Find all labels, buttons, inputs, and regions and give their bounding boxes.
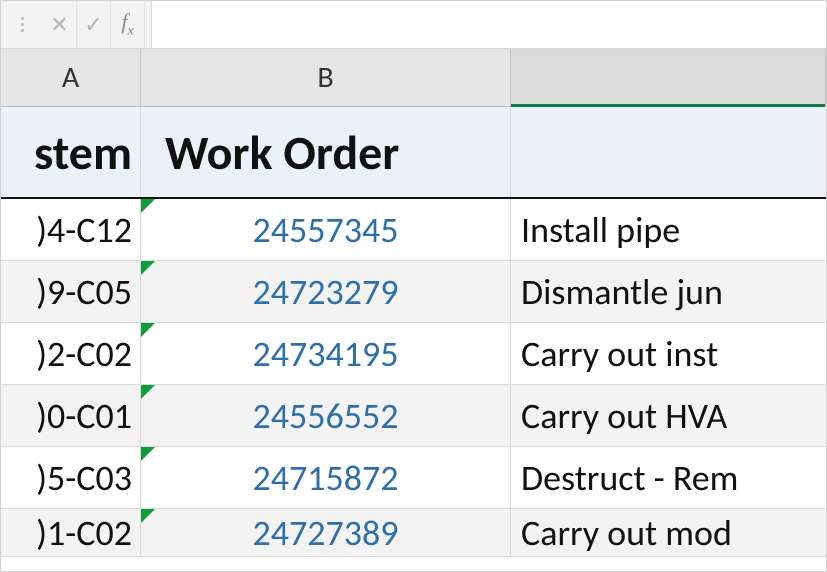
cell-system[interactable]: )9-C05 xyxy=(1,261,141,322)
table-header-row: stem Work Order xyxy=(1,107,826,199)
error-indicator-icon xyxy=(141,447,155,461)
cell-system[interactable]: )0-C01 xyxy=(1,385,141,446)
column-header-row: A B xyxy=(1,49,826,107)
fx-icon: fx xyxy=(121,9,133,39)
column-header-b[interactable]: B xyxy=(141,49,511,106)
cell-work-order[interactable]: 24557345 xyxy=(141,199,511,260)
cell-work-order[interactable]: 24723279 xyxy=(141,261,511,322)
table-row: )0-C01 24556552 Carry out HVA xyxy=(1,385,826,447)
cell-system[interactable]: )4-C12 xyxy=(1,199,141,260)
cell-work-order[interactable]: 24715872 xyxy=(141,447,511,508)
header-cell-description[interactable] xyxy=(511,107,826,197)
cell-system[interactable]: )1-C02 xyxy=(1,509,141,556)
cell-work-order[interactable]: 24556552 xyxy=(141,385,511,446)
cell-work-order[interactable]: 24727389 xyxy=(141,509,511,556)
formula-input[interactable] xyxy=(151,1,826,48)
error-indicator-icon xyxy=(141,385,155,399)
cell-description[interactable]: Carry out mod xyxy=(511,509,826,556)
enter-button[interactable]: ✓ xyxy=(77,1,111,48)
spreadsheet-grid: stem Work Order )4-C12 24557345 Install pi… xyxy=(1,107,826,571)
formula-bar: ✕ ✓ fx xyxy=(1,1,826,49)
cell-description[interactable]: Install pipe xyxy=(511,199,826,260)
cell-description[interactable]: Destruct - Rem xyxy=(511,447,826,508)
work-order-link[interactable]: 24734195 xyxy=(253,332,399,376)
table-row: )4-C12 24557345 Install pipe xyxy=(1,199,826,261)
table-row: )2-C02 24734195 Carry out inst xyxy=(1,323,826,385)
cell-description[interactable]: Carry out inst xyxy=(511,323,826,384)
table-row: )1-C02 24727389 Carry out mod xyxy=(1,509,826,557)
table-row: )9-C05 24723279 Dismantle jun xyxy=(1,261,826,323)
work-order-link[interactable]: 24727389 xyxy=(253,511,399,555)
fx-button[interactable]: fx xyxy=(111,1,145,48)
formula-bar-grip-icon xyxy=(21,1,29,48)
app-window: ✕ ✓ fx A B stem Work Order )4-C12 2455734… xyxy=(0,0,827,572)
error-indicator-icon xyxy=(141,199,155,213)
column-header-c[interactable] xyxy=(511,49,826,106)
work-order-link[interactable]: 24556552 xyxy=(253,394,399,438)
table-row: )5-C03 24715872 Destruct - Rem xyxy=(1,447,826,509)
cell-description[interactable]: Dismantle jun xyxy=(511,261,826,322)
error-indicator-icon xyxy=(141,261,155,275)
work-order-link[interactable]: 24723279 xyxy=(253,270,399,314)
column-header-a[interactable]: A xyxy=(1,49,141,106)
work-order-link[interactable]: 24557345 xyxy=(253,208,399,252)
cell-work-order[interactable]: 24734195 xyxy=(141,323,511,384)
cancel-button[interactable]: ✕ xyxy=(43,1,77,48)
error-indicator-icon xyxy=(141,509,155,523)
x-icon: ✕ xyxy=(50,11,68,38)
header-cell-system[interactable]: stem xyxy=(1,107,141,197)
error-indicator-icon xyxy=(141,323,155,337)
header-cell-work-order[interactable]: Work Order xyxy=(141,107,511,197)
work-order-link[interactable]: 24715872 xyxy=(253,456,399,500)
cell-description[interactable]: Carry out HVA xyxy=(511,385,826,446)
check-icon: ✓ xyxy=(84,11,102,38)
cell-system[interactable]: )2-C02 xyxy=(1,323,141,384)
cell-system[interactable]: )5-C03 xyxy=(1,447,141,508)
